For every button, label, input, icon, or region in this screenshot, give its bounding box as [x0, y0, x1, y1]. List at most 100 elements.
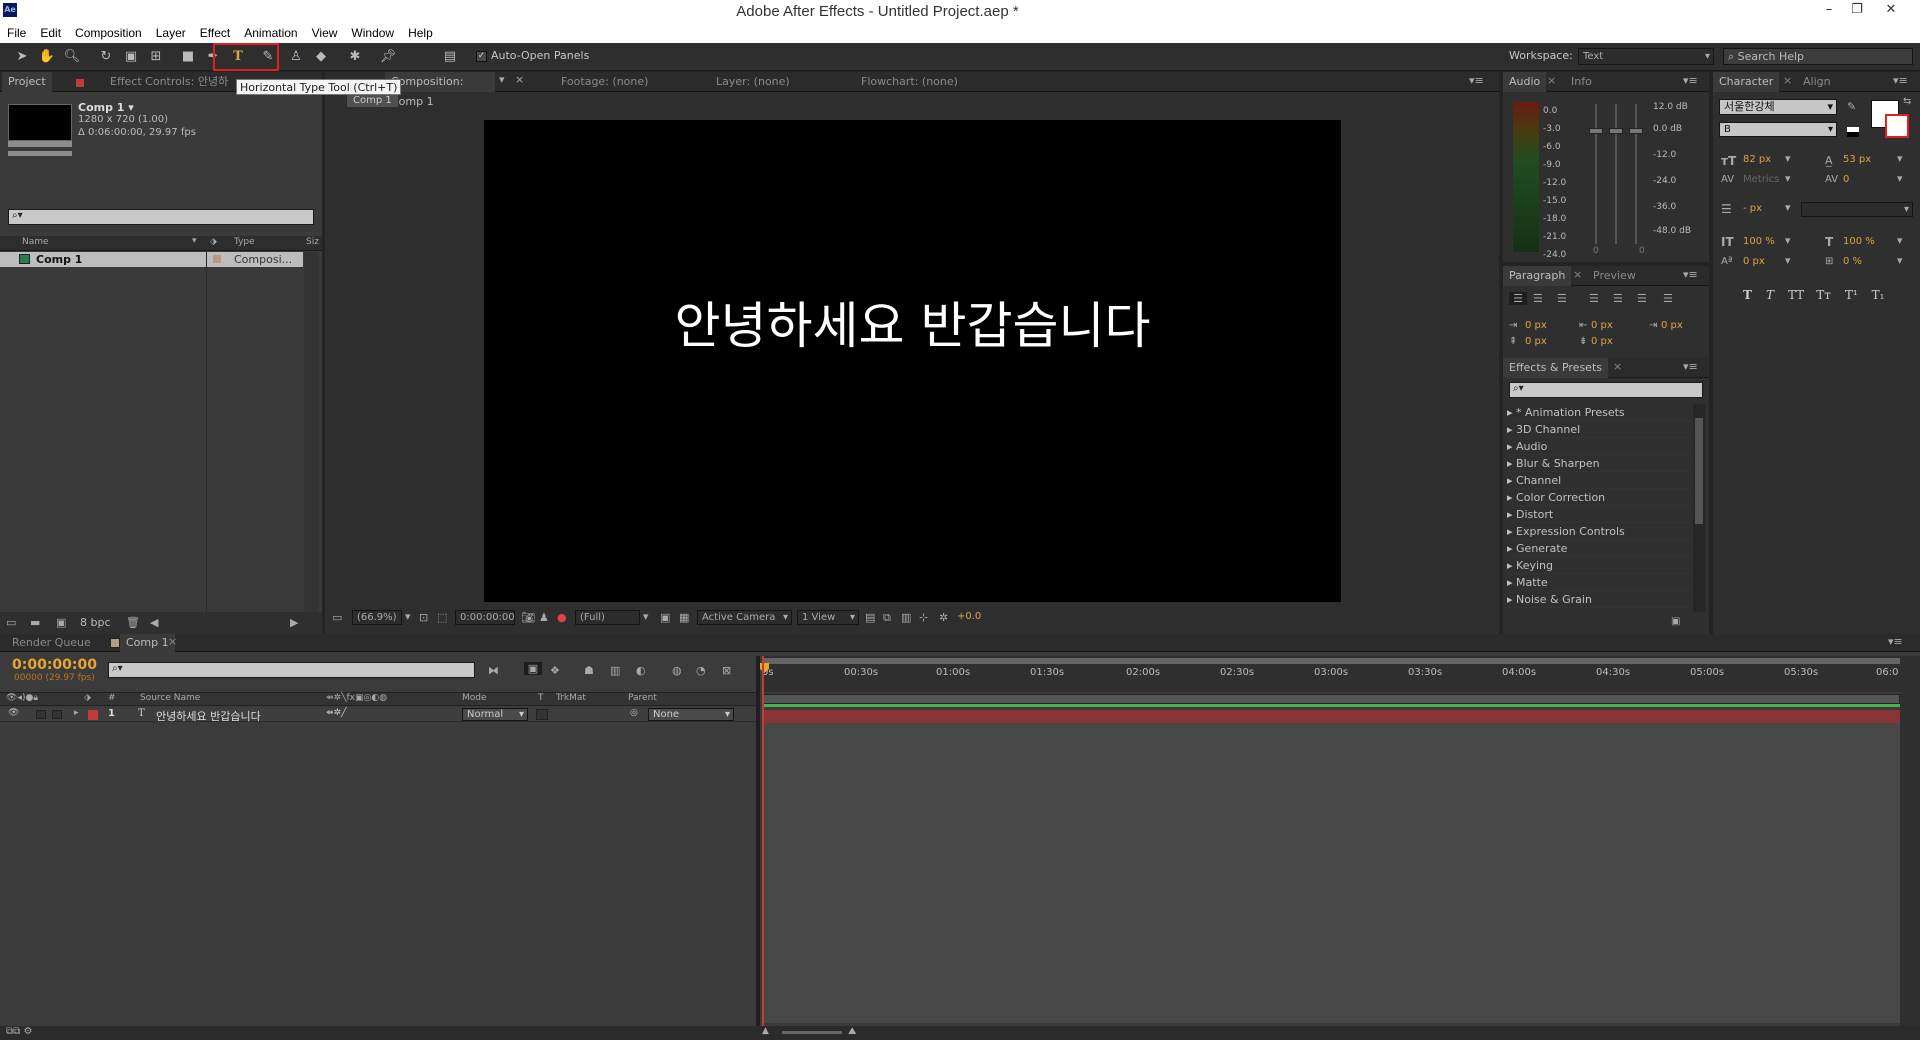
zoom-in-icon[interactable]: ⛰ [848, 1026, 856, 1037]
menu-help[interactable]: Help [394, 24, 433, 42]
effects-item[interactable]: ▸ Keying [1507, 557, 1691, 574]
comp-breadcrumb[interactable]: Comp 1 [347, 94, 398, 107]
font-family-select[interactable]: 서울한강체 ▾ [1719, 99, 1837, 115]
project-scrollbar[interactable] [304, 252, 319, 622]
swap-colors-icon[interactable]: ⇆ [1903, 96, 1911, 107]
leading-value[interactable]: 53 px [1843, 154, 1871, 165]
rotate-tool-icon[interactable]: ↻ [96, 47, 116, 67]
panel-menu-icon[interactable]: ▾≡ [1469, 74, 1484, 87]
draft-3d-icon[interactable]: ❖ [550, 664, 560, 677]
clone-stamp-tool-icon[interactable]: ♙ [286, 47, 306, 67]
chevron-down-icon[interactable]: ▾ [1785, 172, 1791, 185]
chevron-down-icon[interactable]: ▾ [1897, 152, 1903, 165]
toggle-pixel-aspect-icon[interactable]: ▤ [865, 611, 875, 624]
fader-handle-left[interactable] [1589, 128, 1603, 134]
search-help-input[interactable]: ⌕ Search Help [1723, 48, 1913, 65]
tab-character[interactable]: Character [1713, 72, 1780, 92]
close-icon[interactable]: × [515, 73, 524, 86]
menu-effect[interactable]: Effect [186, 24, 230, 42]
superscript-button[interactable]: T¹ [1845, 288, 1872, 302]
horizontal-type-tool-icon[interactable]: T [228, 47, 248, 67]
layer-duration-bar[interactable] [762, 710, 1900, 723]
trash-icon[interactable]: 🗑︎ [126, 616, 140, 629]
menu-composition[interactable]: Composition [61, 24, 142, 42]
eraser-tool-icon[interactable]: ◆ [311, 47, 331, 67]
layer-row[interactable]: 👁︎ ▸ 1 T 안녕하세요 반갑습니다 ⇴✲╱ Normal ▾ ◎ None ▾ [0, 708, 756, 723]
chevron-down-icon[interactable]: ▾ [1785, 201, 1791, 214]
effects-item[interactable]: ▸ Blur & Sharpen [1507, 455, 1691, 472]
tab-comp1[interactable]: Comp 1 [120, 634, 175, 652]
mask-visibility-icon[interactable]: ⬚ [437, 611, 447, 624]
pan-behind-tool-icon[interactable]: ⊞ [146, 47, 166, 67]
effects-item[interactable]: ▸ * Animation Presets [1507, 404, 1691, 421]
tab-footage[interactable]: Footage: (none) [555, 72, 654, 92]
snapshot-icon[interactable]: 📷︎ [521, 611, 535, 624]
view-layout-select[interactable]: 1 View ▾ [797, 610, 859, 625]
region-of-interest-icon[interactable]: ▣ [660, 611, 670, 624]
timeline-zoom-slider[interactable] [782, 1031, 842, 1034]
menu-layer[interactable]: Layer [142, 24, 186, 42]
composition-canvas[interactable]: 안녕하세요 반갑습니다 [484, 120, 1341, 602]
tsume-value[interactable]: 0 % [1843, 256, 1862, 267]
effects-item[interactable]: ▸ Generate [1507, 540, 1691, 557]
indent-right-value[interactable]: 0 px [1591, 320, 1613, 331]
tab-align[interactable]: Align [1797, 72, 1837, 92]
tab-audio[interactable]: Audio [1503, 72, 1547, 92]
tracking-value[interactable]: 0 [1843, 174, 1849, 185]
close-icon[interactable]: × [1613, 360, 1622, 373]
bit-depth[interactable]: 8 bpc [80, 616, 111, 629]
column-name[interactable]: Name [22, 237, 49, 247]
timeline-track-area[interactable] [762, 723, 1900, 1023]
eyedropper-icon[interactable]: ✎ [1847, 100, 1856, 113]
column-source-name[interactable]: Source Name [140, 693, 200, 703]
layer-label-color[interactable] [88, 710, 98, 720]
project-search-input[interactable]: ⌕▾ [8, 209, 314, 225]
small-caps-button[interactable]: Tт [1816, 288, 1845, 302]
parent-select[interactable]: None ▾ [648, 708, 734, 721]
menu-edit[interactable]: Edit [26, 24, 61, 42]
tab-info[interactable]: Info [1565, 72, 1598, 92]
panel-toggle-icon[interactable]: ▤ [440, 47, 460, 67]
zoom-out-icon[interactable]: ▲ [762, 1026, 769, 1036]
chevron-down-icon[interactable]: ▾ [1785, 254, 1791, 267]
brush-tool-icon[interactable]: ✎ [258, 47, 278, 67]
auto-open-checkbox[interactable]: ✓ [476, 51, 487, 62]
selection-tool-icon[interactable]: ➤ [12, 47, 32, 67]
layer-switch-icons[interactable]: ⇴✲╱ [326, 708, 347, 718]
visibility-eye-icon[interactable]: 👁︎ [8, 708, 19, 718]
all-caps-button[interactable]: TT [1788, 288, 1816, 302]
comp-mini-flowchart-icon[interactable]: ⧓ [488, 664, 499, 677]
flowchart-icon[interactable]: ⊹ [919, 611, 928, 624]
space-after-value[interactable]: 0 px [1591, 336, 1613, 347]
playhead-line[interactable] [762, 656, 764, 1026]
menu-window[interactable]: Window [337, 24, 394, 42]
camera-select[interactable]: Active Camera ▾ [697, 610, 792, 625]
justify-all-icon[interactable]: ☰ [1663, 292, 1673, 305]
timeline-search-input[interactable]: ⌕▾ [108, 662, 475, 678]
indent-first-value[interactable]: 0 px [1661, 320, 1683, 331]
rectangle-tool-icon[interactable]: ■ [178, 47, 198, 67]
new-folder-icon[interactable]: ▬ [30, 616, 40, 629]
black-swatch[interactable] [1847, 132, 1859, 137]
close-icon[interactable]: × [1783, 74, 1792, 87]
column-size[interactable]: Siz [306, 237, 319, 247]
close-button[interactable]: ✕ [1876, 2, 1906, 17]
work-area-bar[interactable] [762, 658, 1900, 664]
menu-file[interactable]: File [0, 24, 26, 42]
resolution-select[interactable]: (Full) [575, 610, 640, 625]
justify-center-icon[interactable]: ☰ [1613, 292, 1623, 305]
chevron-down-icon[interactable]: ▾ [1785, 152, 1791, 165]
scroll-left-icon[interactable]: ◀ [150, 616, 158, 629]
close-icon[interactable]: × [168, 635, 177, 648]
project-item-comp1[interactable]: Comp 1 Composi... [0, 252, 303, 267]
tab-effects-presets[interactable]: Effects & Presets [1503, 358, 1608, 378]
brainstorm-icon[interactable]: ◍ [672, 664, 682, 677]
time-ruler[interactable]: 0s 00:30s 01:00s 01:30s 02:00s 02:30s 03… [760, 656, 1900, 692]
close-icon[interactable]: × [1573, 268, 1582, 281]
tab-preview[interactable]: Preview [1587, 266, 1642, 286]
chevron-down-icon[interactable]: ▾ [405, 610, 411, 623]
expand-arrow-icon[interactable]: ▸ [74, 708, 79, 718]
zoom-tool-icon[interactable]: 🔍︎ [62, 47, 82, 67]
tab-composition[interactable]: Composition: Comp 1 [385, 72, 495, 108]
effects-item[interactable]: ▸ Color Correction [1507, 489, 1691, 506]
